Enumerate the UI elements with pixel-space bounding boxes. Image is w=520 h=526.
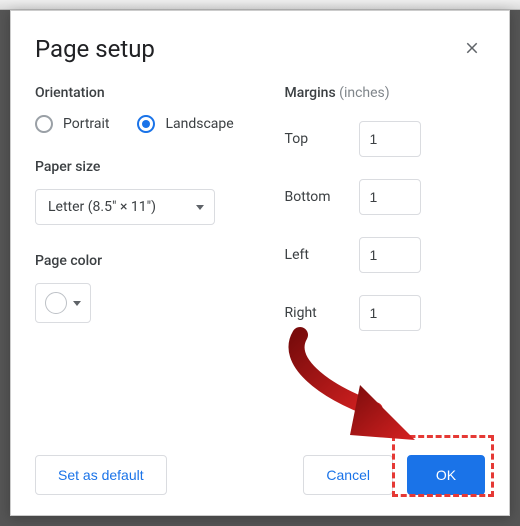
ok-button[interactable]: OK [407,455,485,495]
orientation-portrait-radio[interactable]: Portrait [35,115,109,133]
set-as-default-button[interactable]: Set as default [35,455,167,495]
button-label: OK [436,467,456,483]
margins-label-text: Margins [285,85,336,101]
paper-size-value: Letter (8.5" × 11") [48,199,156,215]
orientation-options: Portrait Landscape [35,115,257,133]
radio-icon [137,115,155,133]
radio-icon [35,115,53,133]
margin-left-input[interactable] [359,237,421,273]
page-setup-dialog: Page setup Orientation Portrait Landscap… [10,10,510,516]
margin-right-label: Right [285,305,359,321]
background-toolbar [0,0,520,10]
page-color-label: Page color [35,253,257,269]
dialog-footer: Set as default Cancel OK [35,455,485,495]
margin-left-row: Left [285,237,485,273]
margin-top-input[interactable] [359,121,421,157]
page-color-select[interactable] [35,283,91,323]
button-label: Set as default [58,467,144,483]
margin-top-label: Top [285,131,359,147]
margin-bottom-label: Bottom [285,189,359,205]
margin-top-row: Top [285,121,485,157]
footer-right-group: Cancel OK [303,455,485,495]
margin-right-row: Right [285,295,485,331]
close-button[interactable] [459,35,485,61]
close-icon [463,39,481,57]
radio-label: Landscape [165,116,233,132]
dialog-title: Page setup [35,35,155,63]
margin-bottom-input[interactable] [359,179,421,215]
color-swatch-icon [45,292,67,314]
chevron-down-icon [73,301,81,306]
orientation-label: Orientation [35,85,257,101]
cancel-button[interactable]: Cancel [303,455,393,495]
left-column: Orientation Portrait Landscape Paper siz… [35,85,257,353]
paper-size-label: Paper size [35,159,257,175]
dialog-body: Orientation Portrait Landscape Paper siz… [35,85,485,353]
orientation-landscape-radio[interactable]: Landscape [137,115,233,133]
chevron-down-icon [196,205,204,210]
dialog-header: Page setup [35,35,485,63]
paper-size-select[interactable]: Letter (8.5" × 11") [35,189,215,225]
margin-right-input[interactable] [359,295,421,331]
radio-label: Portrait [63,116,109,132]
margins-units: (inches) [339,85,390,101]
margin-left-label: Left [285,247,359,263]
right-column: Margins (inches) Top Bottom Left Right [285,85,485,353]
margin-bottom-row: Bottom [285,179,485,215]
button-label: Cancel [326,467,370,483]
margins-label: Margins (inches) [285,85,485,101]
